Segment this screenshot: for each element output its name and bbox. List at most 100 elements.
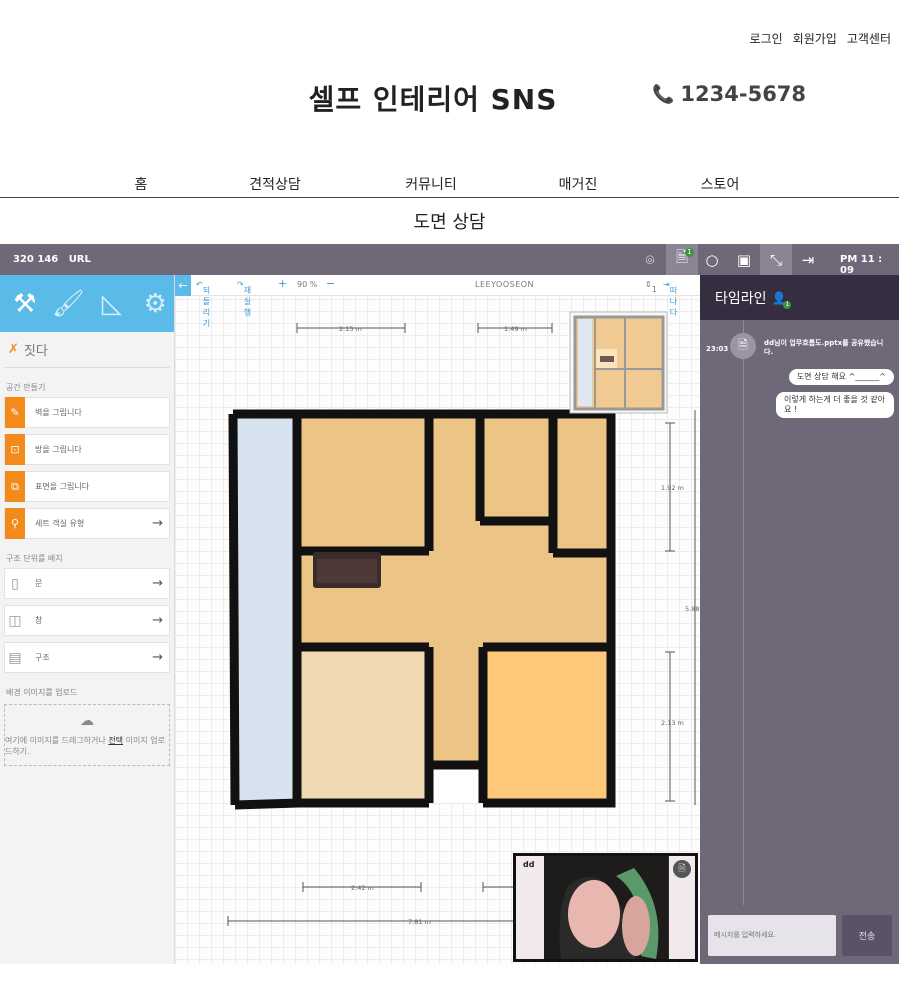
nav-store[interactable]: 스토어: [701, 174, 740, 194]
circle-icon[interactable]: ○: [696, 244, 728, 275]
dim-label-1: 2.15 m: [339, 325, 362, 333]
phone-number: 📞 1234-5678: [652, 82, 806, 106]
video-call-window[interactable]: dd 🗎: [513, 853, 698, 962]
surface-icon: ⧉: [5, 471, 25, 502]
timeline-header: 타임라인 👤 1: [700, 275, 899, 320]
login-link[interactable]: 로그인: [750, 30, 783, 47]
room-bottom-right[interactable]: [483, 647, 607, 803]
signup-link[interactable]: 회원가입: [793, 30, 837, 47]
build-label: 짓다: [23, 344, 48, 359]
room-icon: ⊡: [5, 434, 25, 465]
arrow-right-icon: →: [152, 516, 163, 531]
floorplan-app: 320 146 URL ⌾ 🗎 1 ○ ▣ ⤡ ⇥ PM 11 : 09 ⚒ 🖌 …: [0, 244, 899, 964]
draw-wall-button[interactable]: ✎ 벽을 그립니다: [4, 397, 170, 428]
draw-room-label: 방을 그립니다: [35, 445, 82, 454]
structure-button[interactable]: ▤ 구조 →: [4, 642, 170, 673]
collapse-icon[interactable]: ⤡: [760, 244, 792, 275]
participant-badge: 1: [783, 300, 792, 309]
message-input[interactable]: [708, 915, 836, 956]
send-button[interactable]: 전송: [842, 915, 892, 956]
url-label[interactable]: URL: [69, 254, 91, 265]
nav-home[interactable]: 홈: [135, 174, 148, 194]
file-share-text: dd님이 업무흐름도.pptx를 공유했습니다.: [764, 339, 884, 356]
group-create-space: 공간 만들기: [6, 383, 46, 392]
arrow-right-icon: →: [152, 576, 163, 591]
arrow-right-icon: →: [152, 613, 163, 628]
window-label: 창: [35, 616, 43, 625]
window-icon: ◫: [8, 612, 22, 629]
file-icon[interactable]: 🗎: [730, 333, 756, 359]
nav-community[interactable]: 커뮤니티: [405, 174, 457, 194]
dim-label-2: 1.49 m: [504, 325, 527, 333]
minimap[interactable]: [569, 311, 668, 414]
session-id: 320 146: [13, 254, 59, 265]
paintbrush-icon[interactable]: 🖌: [50, 284, 88, 324]
top-links: 로그인 회원가입 고객센터: [750, 30, 891, 47]
video-feed: [516, 856, 695, 959]
chat-bubble-1: 도면 상담 해요 ^______^: [788, 369, 894, 385]
image-icon[interactable]: ▣: [728, 244, 760, 275]
upload-select-link[interactable]: 전택: [108, 736, 123, 745]
location-pin-icon: ⚲: [5, 508, 25, 539]
draw-room-button[interactable]: ⊡ 방을 그립니다: [4, 434, 170, 465]
build-section-title: ✗ 짓다: [4, 332, 170, 368]
gear-icon[interactable]: ⚙: [137, 284, 175, 324]
phone-icon: 📞: [652, 83, 675, 105]
cloud-upload-icon: ☁: [80, 713, 94, 729]
door-button[interactable]: ▯ 문 →: [4, 568, 170, 599]
video-user-name: dd: [523, 860, 535, 869]
room-balcony[interactable]: [235, 418, 297, 804]
dim-label-6: 2.42 m: [351, 884, 374, 892]
draw-wall-label: 벽을 그립니다: [35, 408, 82, 417]
session-info: 320 146 URL: [13, 254, 91, 265]
dim-label-4: 5.88: [685, 605, 699, 613]
app-topbar: 320 146 URL ⌾ 🗎 1 ○ ▣ ⤡ ⇥ PM 11 : 09: [0, 244, 899, 276]
group-upload-bg: 배경 이미지를 업로드: [6, 688, 78, 697]
window-button[interactable]: ◫ 창 →: [4, 605, 170, 636]
sidebar-content: ✗ 짓다 공간 만들기 ✎ 벽을 그립니다 ⊡ 방을 그립니다 ⧉ 표면을 그립니다 ⚲…: [0, 332, 174, 766]
nav-estimate[interactable]: 견적상담: [249, 174, 301, 194]
room-type-button[interactable]: ⚲ 세트 객실 유형 →: [4, 508, 170, 539]
sidebar: ⚒ 🖌 ◺ ⚙ ✗ 짓다 공간 만들기 ✎ 벽을 그립니다 ⊡ 방을 그립니다 ⧉ 표면…: [0, 275, 175, 964]
room-gap: [429, 765, 483, 803]
phone-text: 1234-5678: [680, 82, 807, 106]
door-icon: ▯: [11, 575, 19, 592]
document-icon[interactable]: 🗎 1: [666, 244, 698, 275]
room-bottom-left[interactable]: [299, 647, 429, 803]
exit-icon[interactable]: ⇥: [792, 244, 824, 275]
stairs-icon: ▤: [8, 649, 22, 666]
build-icon: ✗: [8, 342, 19, 357]
sidebar-tools: ⚒ 🖌 ◺ ⚙: [0, 275, 174, 332]
room-type-label: 세트 객실 유형: [35, 519, 85, 528]
main-nav: 홈 견적상담 커뮤니티 매거진 스토어: [0, 170, 899, 198]
person-icon[interactable]: 👤 1: [772, 291, 792, 309]
dim-label-5: 2.13 m: [661, 719, 684, 727]
group-place-structure: 구조 단위를 배치: [6, 554, 63, 563]
clock: PM 11 : 09: [840, 254, 883, 276]
upload-text: 여기에 이미지를 드래그하거나 전택 이미지 업로드하기.: [5, 735, 169, 757]
upload-text-pre: 여기에 이미지를 드래그하거나: [5, 736, 109, 745]
draw-surface-label: 표면을 그립니다: [35, 482, 90, 491]
timeline-line: [743, 320, 744, 905]
support-link[interactable]: 고객센터: [847, 30, 891, 47]
timeline-title: 타임라인: [715, 290, 767, 307]
camera-icon[interactable]: ⌾: [634, 244, 666, 275]
chat-bubble-2: 이렇게 하는게 더 좋을 것 같아요 !: [776, 392, 894, 418]
message-time: 23:03: [706, 345, 729, 353]
file-badge: 1: [685, 248, 694, 257]
structure-label: 구조: [35, 653, 50, 662]
nav-magazine[interactable]: 매거진: [559, 174, 598, 194]
document-icon[interactable]: 🗎: [673, 860, 691, 878]
arrow-right-icon: →: [152, 650, 163, 665]
sofa-cushion: [317, 559, 377, 583]
timeline-panel: 타임라인 👤 1 23:03 🗎 dd님이 업무흐름도.pptx를 공유했습니다.…: [700, 275, 899, 964]
wall-pencil-icon: ✎: [5, 397, 25, 428]
page-title: 도면 상담: [413, 212, 486, 233]
upload-dropzone[interactable]: ☁ 여기에 이미지를 드래그하거나 전택 이미지 업로드하기.: [4, 704, 170, 766]
ruler-triangle-icon[interactable]: ◺: [93, 284, 131, 324]
hammer-wrench-icon[interactable]: ⚒: [6, 284, 44, 324]
dim-label-3: 1.92 m: [661, 484, 684, 492]
draw-surface-button[interactable]: ⧉ 표면을 그립니다: [4, 471, 170, 502]
dim-label-7: 7.81 m: [408, 918, 431, 926]
door-label: 문: [35, 579, 43, 588]
